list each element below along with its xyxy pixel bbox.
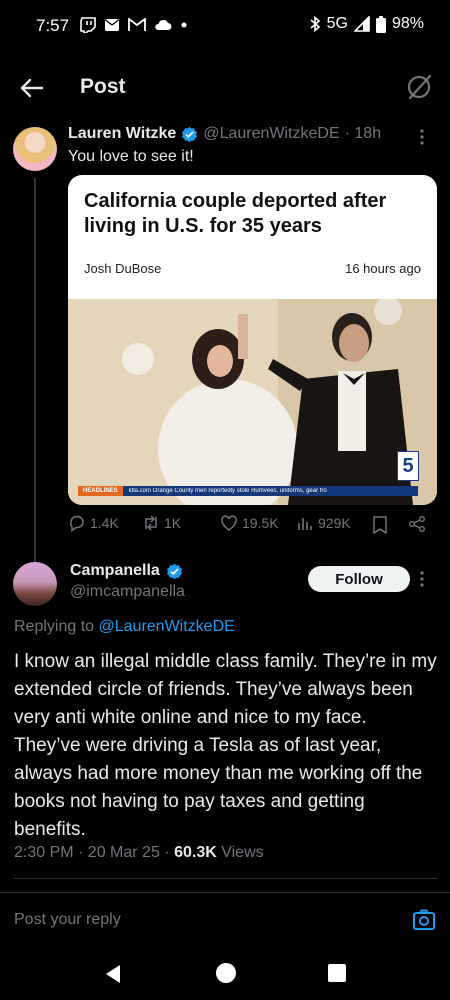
system-icons: 5G 98%: [309, 15, 424, 33]
replying-to-label: Replying to: [14, 618, 95, 635]
reply-icon: [70, 515, 84, 532]
follow-button[interactable]: Follow: [308, 566, 410, 592]
battery-icon: [375, 15, 386, 33]
divider: [14, 878, 438, 879]
signal-icon: [353, 16, 370, 32]
status-bar: 7:57 5G 98%: [0, 0, 450, 56]
replying-to-handle-link[interactable]: @LaurenWitzkeDE: [99, 618, 235, 635]
post-age: · 18h: [344, 125, 382, 142]
thread-connector-line: [34, 178, 36, 566]
reply-count: 1.4K: [90, 515, 119, 531]
parent-tweet-author-row: Lauren Witzke @LaurenWitzkeDE · 18h: [68, 125, 381, 143]
gmail-icon: [128, 18, 146, 31]
notification-icons: [80, 17, 188, 33]
author-handle[interactable]: @imcampanella: [70, 583, 185, 601]
like-count: 19.5K: [242, 515, 279, 531]
bookmark-icon[interactable]: [372, 516, 388, 534]
network-type: 5G: [326, 15, 348, 32]
author-name[interactable]: Lauren Witzke: [68, 125, 176, 143]
status-time: 7:57: [36, 16, 70, 35]
like-action[interactable]: 19.5K: [220, 514, 279, 532]
article-published-time: 16 hours ago: [345, 261, 421, 276]
focal-tweet-author-row: Campanella: [70, 562, 183, 580]
wedding-photo-illustration: [68, 299, 437, 505]
heart-icon: [221, 515, 237, 531]
nav-back-icon[interactable]: [104, 964, 122, 984]
views-label: Views: [221, 844, 264, 861]
nav-home-icon[interactable]: [216, 963, 236, 983]
focal-tweet-text: I know an illegal middle class family. T…: [14, 651, 437, 840]
views-action[interactable]: 929K: [296, 514, 351, 532]
reply-action[interactable]: 1.4K: [68, 514, 119, 532]
avatar[interactable]: [13, 127, 57, 171]
repost-count: 1K: [164, 515, 182, 531]
camera-icon[interactable]: [412, 908, 436, 932]
ticker-tag: HEADLINES: [78, 486, 123, 496]
post-timestamp: 2:30 PM · 20 Mar 25 ·: [14, 844, 170, 861]
bluetooth-icon: [310, 16, 320, 32]
ticker-text: ktla.com Orange County men reportedly st…: [128, 488, 327, 494]
dot-icon: [181, 22, 187, 28]
article-headline: California couple deported after living …: [84, 190, 387, 237]
repost-action[interactable]: 1K: [142, 514, 181, 532]
article-photo: 5 HEADLINES ktla.com Orange County men r…: [68, 299, 437, 505]
back-arrow-icon[interactable]: [18, 74, 46, 102]
parent-tweet-text: You love to see it!: [68, 148, 194, 165]
author-name[interactable]: Campanella: [70, 562, 160, 580]
views-count[interactable]: 60.3K: [174, 844, 217, 861]
system-navigation-bar: [0, 948, 450, 1000]
more-options-icon[interactable]: [412, 569, 432, 589]
mail-icon: [105, 19, 119, 31]
repost-icon: [145, 515, 157, 531]
avatar[interactable]: [13, 562, 57, 606]
grok-icon[interactable]: [404, 72, 434, 102]
verified-badge-icon: [166, 563, 182, 579]
station-logo: 5: [397, 451, 419, 481]
page-title: Post: [80, 75, 126, 98]
cloud-icon: [155, 19, 172, 30]
post-metadata: 2:30 PM · 20 Mar 25 · 60.3K Views: [14, 844, 264, 862]
divider: [0, 892, 450, 893]
reply-input[interactable]: Post your reply: [14, 911, 121, 929]
author-handle[interactable]: @LaurenWitzkeDE: [203, 125, 339, 143]
news-ticker: HEADLINES ktla.com Orange County men rep…: [78, 486, 418, 496]
share-icon[interactable]: [408, 515, 426, 533]
parent-tweet-actions: 1.4K 1K 19.5K 929K: [68, 514, 438, 536]
more-options-icon[interactable]: [412, 127, 432, 147]
replying-to: Replying to @LaurenWitzkeDE: [14, 618, 235, 636]
article-card[interactable]: California couple deported after living …: [68, 175, 437, 505]
article-author: Josh DuBose: [84, 261, 162, 276]
view-count: 929K: [318, 515, 351, 531]
twitch-icon: [80, 17, 96, 33]
verified-badge-icon: [182, 126, 198, 142]
nav-recents-icon[interactable]: [328, 964, 346, 982]
battery-level: 98%: [391, 15, 424, 32]
app-header: Post: [0, 58, 450, 116]
views-chart-icon: [298, 518, 312, 530]
